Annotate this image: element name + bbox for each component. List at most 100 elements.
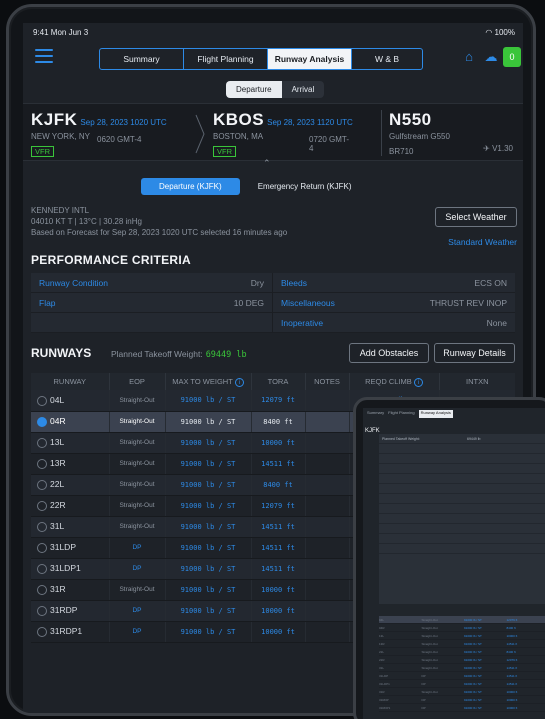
runway-details-button[interactable]: Runway Details xyxy=(434,343,515,363)
col-eop[interactable]: EOP xyxy=(109,373,166,390)
mini-eop: DP xyxy=(421,681,426,686)
list-item[interactable]: 04L Straight-Out 91000 lb / ST 12079 ft xyxy=(379,616,545,624)
flight-summary-card[interactable]: KJFK Sep 28, 2023 1020 UTC NEW YORK, NY 0… xyxy=(23,103,523,161)
add-obstacles-button[interactable]: Add Obstacles xyxy=(349,343,429,363)
info-icon[interactable]: i xyxy=(413,377,423,387)
radio-icon[interactable] xyxy=(37,521,47,532)
runway-cell[interactable]: 22R xyxy=(31,495,110,517)
list-item[interactable]: 22R Straight-Out 91000 lb / ST 12079 ft xyxy=(379,656,545,664)
radio-icon[interactable] xyxy=(37,458,47,469)
radio-icon[interactable] xyxy=(37,563,47,574)
notes-cell[interactable] xyxy=(305,474,350,496)
col-runway[interactable]: RUNWAY xyxy=(31,373,110,390)
tab-arrival[interactable]: Arrival xyxy=(282,81,325,98)
list-item[interactable]: 31L Straight-Out 91000 lb / ST 14511 ft xyxy=(379,664,545,672)
runway-cell[interactable]: 31LDP xyxy=(31,537,110,559)
list-item[interactable]: 31LDP DP 91000 lb / ST 14511 ft xyxy=(379,672,545,680)
runway-cell[interactable]: 31RDP xyxy=(31,600,110,622)
notes-cell[interactable] xyxy=(305,600,350,622)
notes-cell[interactable] xyxy=(305,558,350,580)
notes-cell[interactable] xyxy=(305,621,350,643)
graduation-cap-icon[interactable]: ⌂ xyxy=(461,49,477,65)
tab-runway-analysis[interactable]: Runway Analysis xyxy=(268,49,352,69)
notes-cell[interactable] xyxy=(305,495,350,517)
list-item[interactable]: 22L Straight-Out 91000 lb / ST 8400 ft xyxy=(379,648,545,656)
notes-cell[interactable] xyxy=(305,432,350,454)
perf-key: Miscellaneous xyxy=(281,297,335,308)
secondary-tab-flight-planning[interactable]: Flight Planning xyxy=(388,410,414,418)
tab-departure[interactable]: Departure xyxy=(226,81,282,98)
notes-cell[interactable] xyxy=(305,516,350,538)
origin-code: KJFK xyxy=(31,110,78,129)
radio-icon[interactable] xyxy=(37,395,47,406)
list-item[interactable]: 31LDP1 DP 91000 lb / ST 14511 ft xyxy=(379,680,545,688)
radio-icon[interactable] xyxy=(37,479,47,490)
radio-icon[interactable] xyxy=(37,542,47,553)
mini-eop: Straight-Out xyxy=(421,633,438,638)
list-item[interactable]: 04R Straight-Out 91000 lb / ST 8400 ft xyxy=(379,624,545,632)
runway-cell[interactable]: 31R xyxy=(31,579,110,601)
runway-cell[interactable]: 13R xyxy=(31,453,110,475)
perf-row: Inoperative None xyxy=(31,313,515,333)
emergency-return-button[interactable]: Emergency Return (KJFK) xyxy=(240,178,370,195)
status-badge[interactable]: 0 xyxy=(503,47,521,67)
cloud-icon[interactable]: ☁ xyxy=(483,49,499,65)
runway-id: 13R xyxy=(50,458,66,469)
secondary-row xyxy=(379,454,545,464)
notes-cell[interactable] xyxy=(305,453,350,475)
secondary-tab-runway-analysis[interactable]: Runway Analysis xyxy=(418,410,453,418)
radio-icon[interactable] xyxy=(37,605,47,616)
standard-weather-link[interactable]: Standard Weather xyxy=(448,237,517,247)
list-item[interactable]: 13L Straight-Out 91000 lb / ST 10000 ft xyxy=(379,632,545,640)
radio-icon[interactable] xyxy=(37,437,47,448)
col-notes[interactable]: NOTES xyxy=(305,373,350,390)
eop-cell: Straight-Out xyxy=(109,579,166,601)
secondary-row xyxy=(379,504,545,514)
list-item[interactable]: 13R Straight-Out 91000 lb / ST 14511 ft xyxy=(379,640,545,648)
runway-cell[interactable]: 13L xyxy=(31,432,110,454)
runway-id: 31RDP xyxy=(50,605,78,616)
mini-max-weight: 91000 lb / ST xyxy=(464,673,482,678)
tab-flight-planning[interactable]: Flight Planning xyxy=(184,49,268,69)
notes-cell[interactable] xyxy=(305,411,350,433)
col-reqd-climb[interactable]: REQD CLIMB i xyxy=(349,373,440,390)
list-item[interactable]: 31R Straight-Out 91000 lb / ST 10000 ft xyxy=(379,688,545,696)
bleeds-cell[interactable]: Bleeds ECS ON xyxy=(273,273,515,293)
tab-summary[interactable]: Summary xyxy=(100,49,184,69)
secondary-tab-summary[interactable]: Summary xyxy=(367,410,384,418)
runway-cell[interactable]: 31L xyxy=(31,516,110,538)
mini-tora: 8400 ft xyxy=(506,649,516,654)
list-item[interactable]: 31RDP DP 91000 lb / ST 10000 ft xyxy=(379,696,545,704)
runway-cell[interactable]: 22L xyxy=(31,474,110,496)
menu-icon[interactable] xyxy=(35,49,53,63)
col-tora[interactable]: TORA xyxy=(251,373,306,390)
departure-mode-button[interactable]: Departure (KJFK) xyxy=(141,178,240,195)
chevron-up-icon[interactable]: ⌃ xyxy=(263,158,271,169)
miscellaneous-cell[interactable]: Miscellaneous THRUST REV INOP xyxy=(273,293,515,313)
notes-cell[interactable] xyxy=(305,537,350,559)
flap-cell[interactable]: Flap 10 DEG xyxy=(31,293,273,313)
radio-icon[interactable] xyxy=(37,584,47,595)
perf-value: None xyxy=(486,317,507,328)
app-version: V1.30 xyxy=(492,144,513,153)
radio-icon[interactable] xyxy=(37,416,47,427)
secondary-row xyxy=(379,474,545,484)
main-tabs: Summary Flight Planning Runway Analysis … xyxy=(99,48,423,70)
notes-cell[interactable] xyxy=(305,579,350,601)
eop-cell: Straight-Out xyxy=(109,495,166,517)
col-intxn[interactable]: INTXN xyxy=(439,373,515,390)
runway-cell[interactable]: 04R xyxy=(31,411,110,433)
inoperative-cell[interactable]: Inoperative None xyxy=(273,313,515,333)
runway-cell[interactable]: 31RDP1 xyxy=(31,621,110,643)
col-max-to-weight[interactable]: MAX TO WEIGHT i xyxy=(165,373,252,390)
radio-icon[interactable] xyxy=(37,500,47,511)
tab-weight-balance[interactable]: W & B xyxy=(352,49,422,69)
radio-icon[interactable] xyxy=(37,626,47,637)
runway-cell[interactable]: 31LDP1 xyxy=(31,558,110,580)
list-item[interactable]: 31RDP1 DP 91000 lb / ST 10000 ft xyxy=(379,704,545,712)
select-weather-button[interactable]: Select Weather xyxy=(435,207,517,227)
info-icon[interactable]: i xyxy=(234,377,244,387)
runway-cell[interactable]: 04L xyxy=(31,390,110,412)
runway-condition-cell[interactable]: Runway Condition Dry xyxy=(31,273,273,293)
notes-cell[interactable] xyxy=(305,390,350,412)
